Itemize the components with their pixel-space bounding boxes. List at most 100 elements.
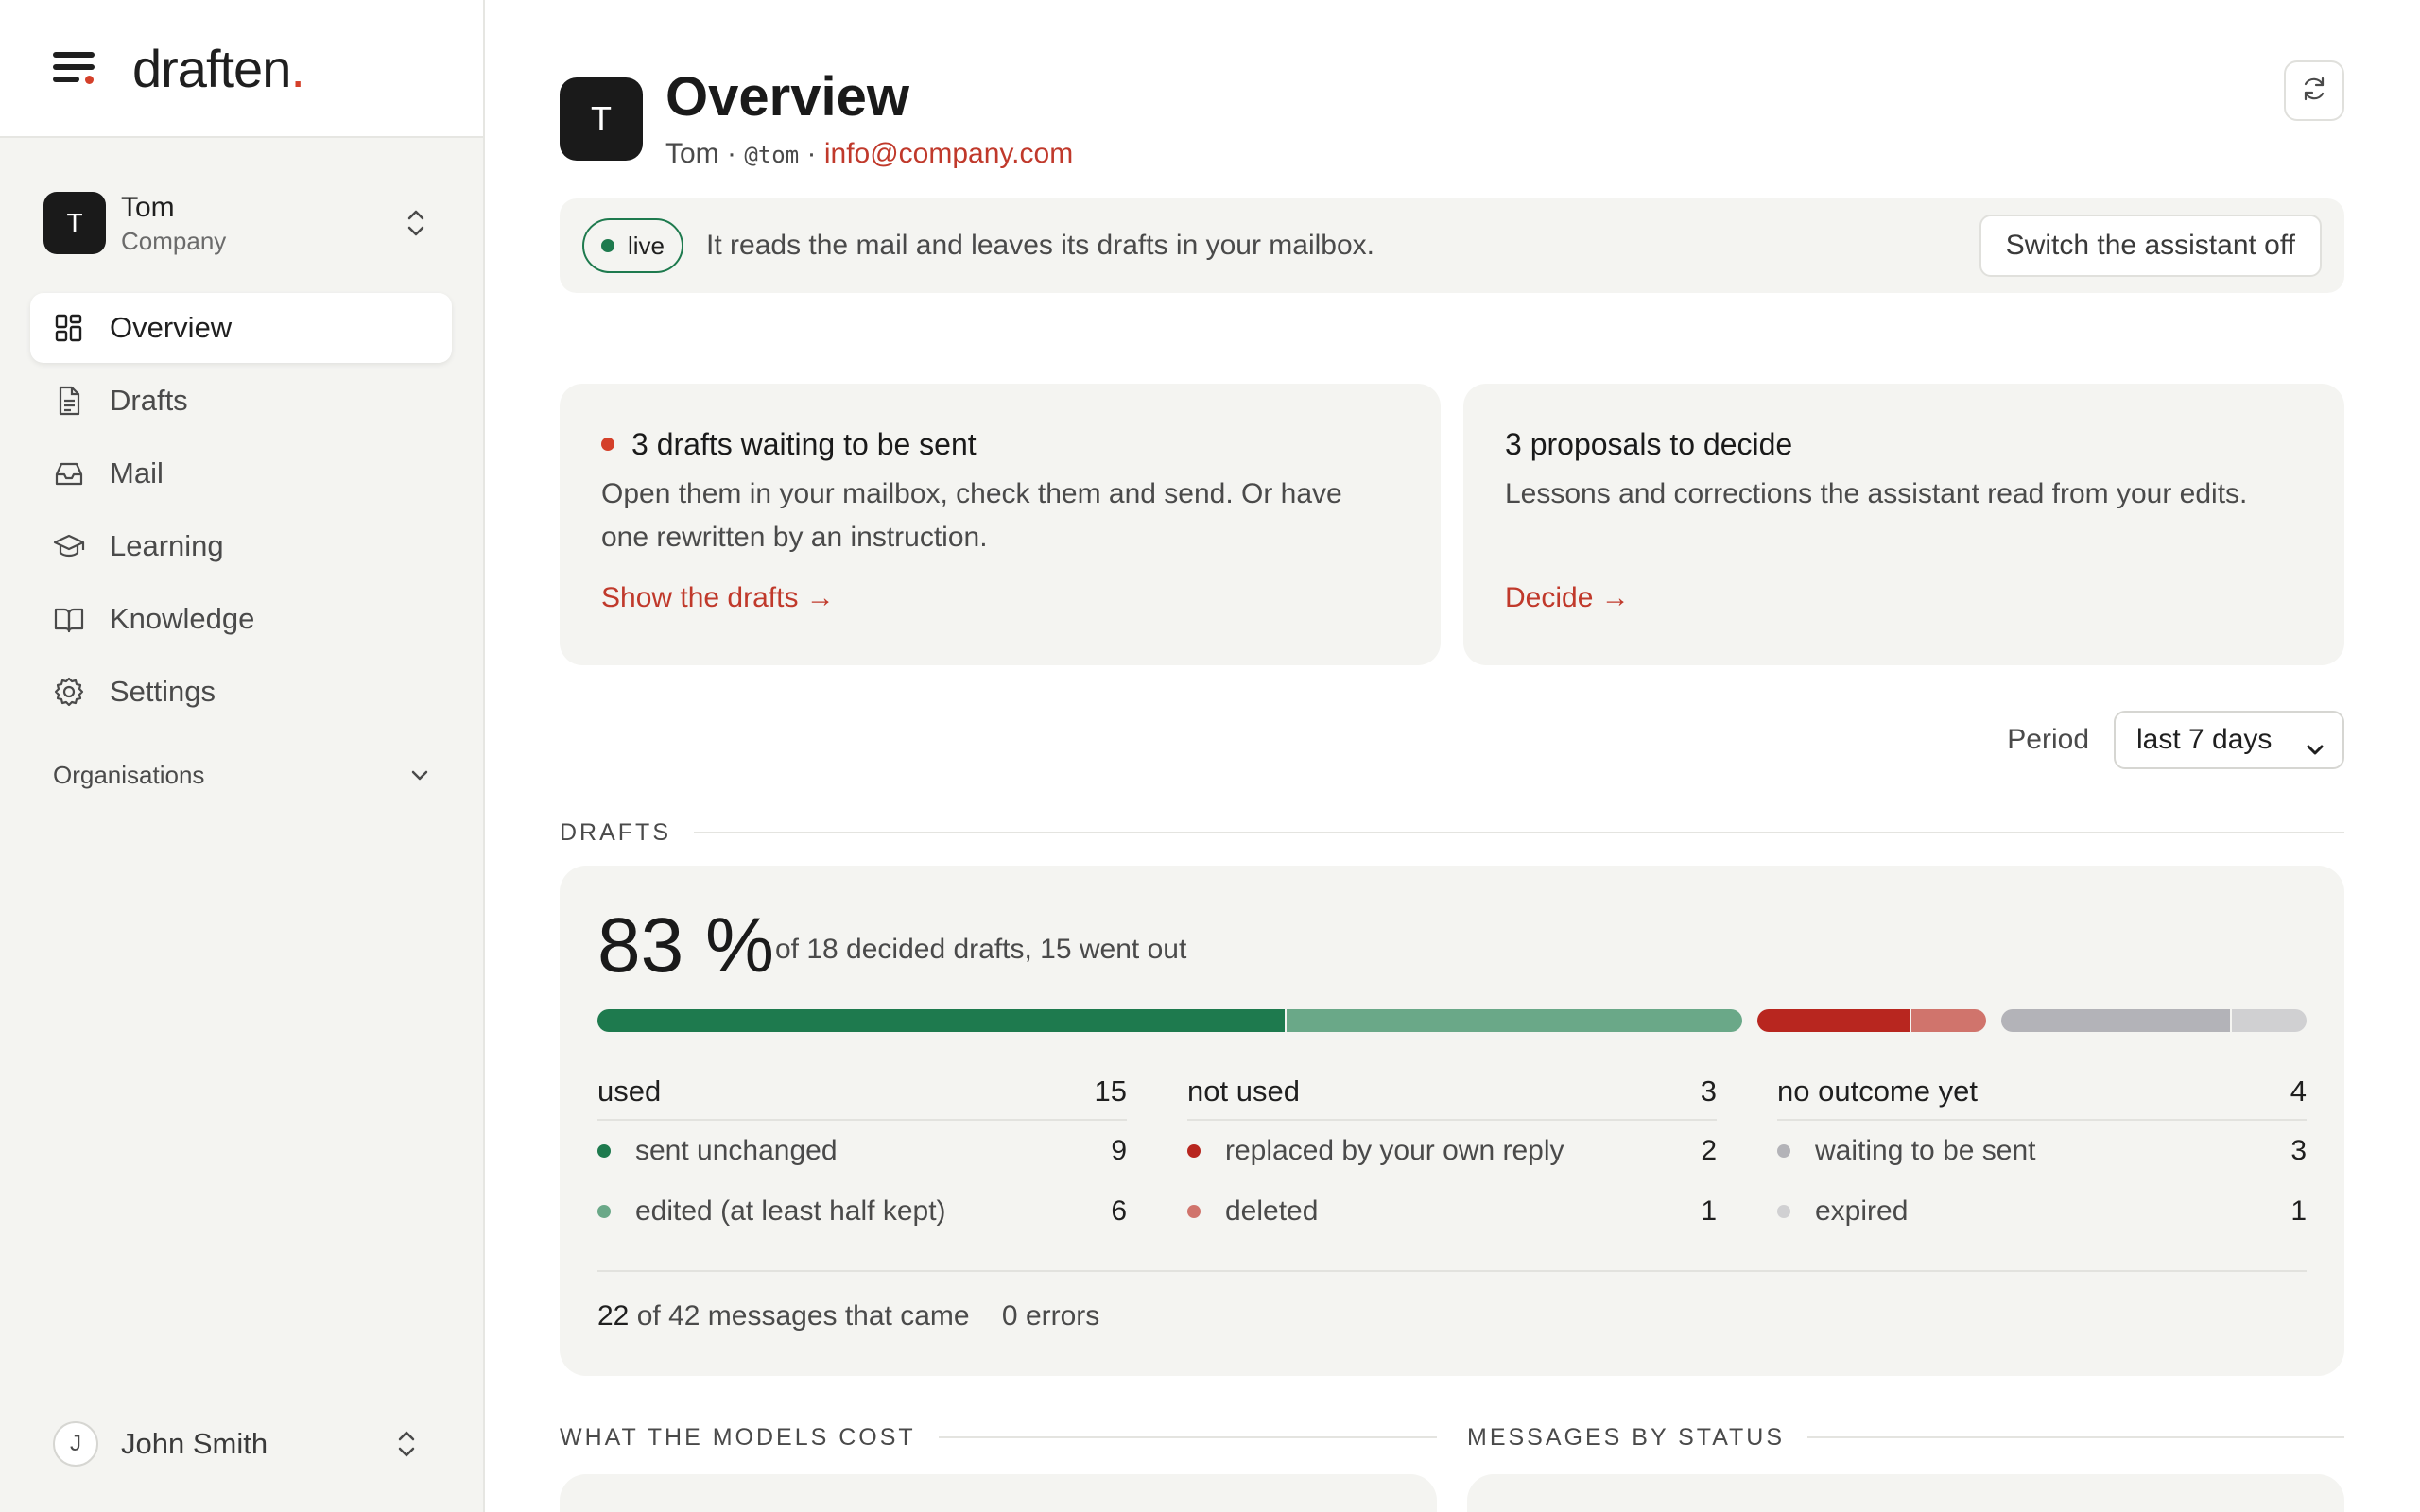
bullet-dot-icon [597,1144,611,1158]
organisations-toggle[interactable]: Organisations [53,756,431,794]
graduation-cap-icon [53,530,85,562]
show-drafts-link[interactable]: Show the drafts → [601,582,835,614]
account-switcher[interactable]: T Tom Company [43,189,441,257]
bullet-dot-icon [597,1205,611,1218]
outcome-row: deleted 1 [1187,1181,1717,1242]
outcome-label: edited (at least half kept) [635,1195,946,1227]
sidebar-item-learning[interactable]: Learning [30,511,452,581]
outcome-label: replaced by your own reply [1225,1135,1564,1166]
sidebar-item-overview[interactable]: Overview [30,293,452,363]
outcome-label: expired [1815,1195,1909,1227]
sidebar-item-settings[interactable]: Settings [30,657,452,727]
sidebar-item-drafts[interactable]: Drafts [30,366,452,436]
sidebar-item-label: Knowledge [110,602,255,635]
outcome-row: replaced by your own reply 2 [1187,1121,1717,1181]
profile-avatar: T [560,77,643,161]
sidebar: draften. T Tom Company Overview Drafts M… [0,0,485,1512]
profile-handle: @tom [744,142,800,168]
outcome-bar-segment [597,1009,1285,1032]
chevron-up-down-icon [395,1428,418,1460]
outcome-group-header: not used 3 [1187,1064,1717,1121]
alert-dot-icon [601,438,614,451]
sidebar-item-label: Settings [110,675,216,708]
refresh-button[interactable] [2284,60,2344,121]
status-section-heading: MESSAGES BY STATUS [1467,1423,2344,1452]
section-title: DRAFTS [560,818,671,846]
sidebar-item-label: Overview [110,311,233,344]
divider [1807,1436,2344,1438]
outcome-bar-segment [2001,1009,2231,1032]
status-badge-label: live [628,231,666,260]
organisations-label: Organisations [53,760,205,789]
menu-icon[interactable] [53,52,95,84]
cost-section-heading: WHAT THE MODELS COST [560,1423,1437,1452]
period-selected-value: last 7 days [2136,724,2273,755]
account-subtitle: Company [121,227,227,255]
decide-link[interactable]: Decide → [1505,582,1630,614]
outcome-row: waiting to be sent 3 [1777,1121,2307,1181]
outcome-bar-0 [597,1009,1742,1032]
outcome-bar-1 [1757,1009,1986,1032]
success-summary: of 18 decided drafts, 15 went out [775,934,1187,965]
drafts-section-heading: DRAFTS [560,818,2344,847]
drafts-waiting-card: 3 drafts waiting to be sent Open them in… [560,384,1441,665]
sidebar-header: draften. [0,0,483,138]
outcome-group-header: no outcome yet 4 [1777,1064,2307,1121]
sidebar-item-label: Drafts [110,384,188,417]
refresh-icon [2300,75,2328,108]
period-filter: Period last 7 days [2007,711,2344,769]
bullet-dot-icon [1777,1144,1790,1158]
user-avatar: J [53,1421,98,1467]
assistant-status-bar: live It reads the mail and leaves its dr… [560,198,2344,293]
cost-panel [560,1474,1437,1512]
outcome-bar-segment [1284,1009,1742,1032]
proposals-card: 3 proposals to decide Lessons and correc… [1463,384,2344,665]
account-avatar: T [43,192,106,254]
outcome-value: 1 [2290,1195,2307,1227]
sidebar-item-knowledge[interactable]: Knowledge [30,584,452,654]
document-icon [53,385,85,417]
status-badge: live [582,218,684,273]
main-content: T Overview Tom · @tom · info@company.com… [560,0,2344,1512]
user-name: John Smith [121,1427,268,1460]
outcome-value: 3 [2290,1135,2307,1166]
brand-logo[interactable]: draften. [132,38,305,99]
switch-assistant-off-button[interactable]: Switch the assistant off [1979,215,2322,277]
action-cards: 3 drafts waiting to be sent Open them in… [560,384,2344,665]
profile-email[interactable]: info@company.com [824,138,1073,169]
section-title: MESSAGES BY STATUS [1467,1423,1786,1451]
messages-text: of 42 messages that came [636,1300,970,1332]
card-title: 3 proposals to decide [1505,426,1793,461]
processed-count: 22 [597,1300,630,1332]
status-panel [1467,1474,2344,1512]
drafts-footer: 22 of 42 messages that came 0 errors [597,1270,2307,1332]
profile-subline: Tom · @tom · info@company.com [666,138,1073,170]
divider [694,832,2344,833]
outcome-group-total: 15 [1094,1074,1127,1108]
section-title: WHAT THE MODELS COST [560,1423,916,1451]
page-header: T Overview Tom · @tom · info@company.com [560,60,2344,181]
status-text: It reads the mail and leaves its drafts … [706,230,1375,261]
separator: · [806,138,817,169]
outcome-value: 6 [1111,1195,1127,1227]
sidebar-item-mail[interactable]: Mail [30,438,452,508]
chevron-down-icon [408,761,431,790]
outcome-row: edited (at least half kept) 6 [597,1181,1127,1242]
period-label: Period [2007,724,2089,755]
inbox-icon [53,457,85,490]
success-percentage: 83 % [597,902,774,988]
outcome-group-header: used 15 [597,1064,1127,1121]
divider [938,1436,1437,1438]
errors-text: 0 errors [1001,1300,1100,1332]
grid-icon [53,312,85,344]
sidebar-item-label: Mail [110,456,164,490]
outcome-value: 1 [1701,1195,1717,1227]
user-menu[interactable]: J John Smith [53,1418,431,1470]
card-description: Open them in your mailbox, check them an… [601,478,1342,553]
period-select[interactable]: last 7 days [2114,711,2344,769]
gear-icon [53,676,85,708]
book-icon [53,603,85,635]
outcome-bar-segment [2230,1009,2307,1032]
card-description: Lessons and corrections the assistant re… [1505,478,2248,509]
profile-name: Tom [666,138,719,169]
